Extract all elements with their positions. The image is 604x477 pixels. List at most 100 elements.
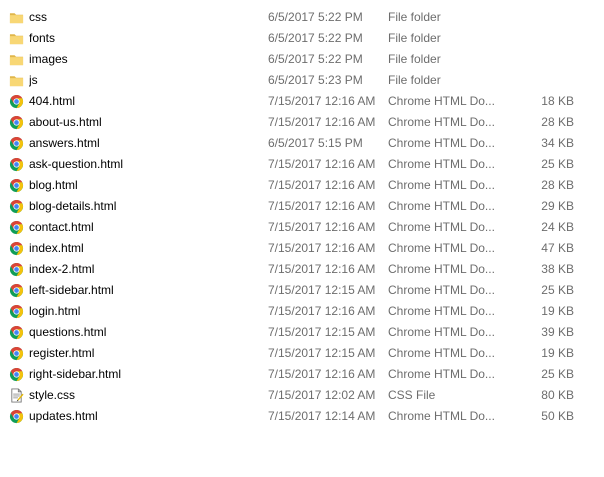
file-type: Chrome HTML Do... — [388, 367, 495, 381]
file-size: 25 KB — [541, 367, 574, 381]
date-modified: 6/5/2017 5:23 PM — [268, 73, 363, 87]
date-modified: 6/5/2017 5:15 PM — [268, 136, 363, 150]
file-row[interactable]: fonts 6/5/2017 5:22 PM File folder — [0, 28, 604, 49]
date-modified: 7/15/2017 12:16 AM — [268, 94, 376, 108]
file-type: File folder — [388, 31, 441, 45]
file-size: 18 KB — [541, 94, 574, 108]
date-modified: 7/15/2017 12:16 AM — [268, 220, 376, 234]
file-type: Chrome HTML Do... — [388, 220, 495, 234]
file-row[interactable]: css 6/5/2017 5:22 PM File folder — [0, 7, 604, 28]
file-row[interactable]: js 6/5/2017 5:23 PM File folder — [0, 70, 604, 91]
file-size: 28 KB — [541, 178, 574, 192]
chrome-html-icon — [9, 283, 24, 298]
date-modified: 7/15/2017 12:02 AM — [268, 388, 376, 402]
file-row[interactable]: login.html 7/15/2017 12:16 AM Chrome HTML … — [0, 301, 604, 322]
file-size: 29 KB — [541, 199, 574, 213]
file-size: 39 KB — [541, 325, 574, 339]
file-size: 34 KB — [541, 136, 574, 150]
file-row[interactable]: right-sidebar.html 7/15/2017 12:16 AM Chro… — [0, 364, 604, 385]
file-size: 19 KB — [541, 346, 574, 360]
folder-icon — [9, 52, 24, 67]
chrome-html-icon — [9, 304, 24, 319]
file-row[interactable]: 404.html 7/15/2017 12:16 AM Chrome HTML Do… — [0, 91, 604, 112]
file-row[interactable]: images 6/5/2017 5:22 PM File folder — [0, 49, 604, 70]
file-type: Chrome HTML Do... — [388, 94, 495, 108]
date-modified: 7/15/2017 12:14 AM — [268, 409, 376, 423]
file-type: Chrome HTML Do... — [388, 157, 495, 171]
file-size: 38 KB — [541, 262, 574, 276]
date-modified: 7/15/2017 12:15 AM — [268, 283, 376, 297]
folder-icon — [9, 10, 24, 25]
file-row[interactable]: updates.html 7/15/2017 12:14 AM Chrome HTM… — [0, 406, 604, 427]
file-type: File folder — [388, 73, 441, 87]
folder-icon — [9, 31, 24, 46]
file-type: Chrome HTML Do... — [388, 136, 495, 150]
file-type: Chrome HTML Do... — [388, 178, 495, 192]
chrome-html-icon — [9, 178, 24, 193]
date-modified: 7/15/2017 12:16 AM — [268, 115, 376, 129]
file-name: right-sidebar.html — [29, 367, 122, 381]
file-size: 80 KB — [541, 388, 574, 402]
file-row[interactable]: index-2.html 7/15/2017 12:16 AM Chrome HTM… — [0, 259, 604, 280]
chrome-html-icon — [9, 94, 24, 109]
file-type: File folder — [388, 52, 441, 66]
file-size: 47 KB — [541, 241, 574, 255]
file-type: Chrome HTML Do... — [388, 199, 495, 213]
file-name: js — [29, 73, 38, 87]
file-size: 28 KB — [541, 115, 574, 129]
file-name: left-sidebar.html — [29, 283, 114, 297]
file-row[interactable]: questions.html 7/15/2017 12:15 AM Chrome H… — [0, 322, 604, 343]
file-type: Chrome HTML Do... — [388, 283, 495, 297]
file-list: css 6/5/2017 5:22 PM File folder fonts 6/5/2… — [0, 7, 604, 427]
chrome-html-icon — [9, 325, 24, 340]
file-type: File folder — [388, 10, 441, 24]
date-modified: 6/5/2017 5:22 PM — [268, 31, 363, 45]
date-modified: 7/15/2017 12:16 AM — [268, 241, 376, 255]
file-row[interactable]: register.html 7/15/2017 12:15 AM Chrome HT… — [0, 343, 604, 364]
file-name: 404.html — [29, 94, 76, 108]
file-row[interactable]: contact.html 7/15/2017 12:16 AM Chrome HTM… — [0, 217, 604, 238]
date-modified: 7/15/2017 12:16 AM — [268, 157, 376, 171]
file-row[interactable]: ask-question.html 7/15/2017 12:16 AM Chrom… — [0, 154, 604, 175]
file-row[interactable]: answers.html 6/5/2017 5:15 PM Chrome HTML … — [0, 133, 604, 154]
file-size: 25 KB — [541, 283, 574, 297]
file-name: ask-question.html — [29, 157, 124, 171]
file-type: Chrome HTML Do... — [388, 409, 495, 423]
chrome-html-icon — [9, 346, 24, 361]
file-name: contact.html — [29, 220, 94, 234]
file-name: fonts — [29, 31, 56, 45]
date-modified: 7/15/2017 12:15 AM — [268, 346, 376, 360]
date-modified: 6/5/2017 5:22 PM — [268, 52, 363, 66]
file-row[interactable]: left-sidebar.html 7/15/2017 12:15 AM Chrom… — [0, 280, 604, 301]
css-file-icon — [9, 388, 24, 403]
date-modified: 7/15/2017 12:16 AM — [268, 367, 376, 381]
file-row[interactable]: about-us.html 7/15/2017 12:16 AM Chrome HT… — [0, 112, 604, 133]
date-modified: 6/5/2017 5:22 PM — [268, 10, 363, 24]
date-modified: 7/15/2017 12:15 AM — [268, 325, 376, 339]
file-name: register.html — [29, 346, 95, 360]
chrome-html-icon — [9, 199, 24, 214]
file-size: 25 KB — [541, 157, 574, 171]
file-row[interactable]: style.css 7/15/2017 12:02 AM CSS File 80 KB — [0, 385, 604, 406]
file-type: Chrome HTML Do... — [388, 241, 495, 255]
date-modified: 7/15/2017 12:16 AM — [268, 304, 376, 318]
chrome-html-icon — [9, 136, 24, 151]
folder-icon — [9, 73, 24, 88]
file-name: questions.html — [29, 325, 107, 339]
date-modified: 7/15/2017 12:16 AM — [268, 262, 376, 276]
chrome-html-icon — [9, 115, 24, 130]
file-name: about-us.html — [29, 115, 102, 129]
chrome-html-icon — [9, 409, 24, 424]
file-size: 24 KB — [541, 220, 574, 234]
file-name: updates.html — [29, 409, 98, 423]
file-row[interactable]: blog-details.html 7/15/2017 12:16 AM Chrom… — [0, 196, 604, 217]
file-size: 50 KB — [541, 409, 574, 423]
chrome-html-icon — [9, 262, 24, 277]
file-name: answers.html — [29, 136, 100, 150]
file-type: Chrome HTML Do... — [388, 325, 495, 339]
file-row[interactable]: blog.html 7/15/2017 12:16 AM Chrome HTML D… — [0, 175, 604, 196]
file-row[interactable]: index.html 7/15/2017 12:16 AM Chrome HTML … — [0, 238, 604, 259]
date-modified: 7/15/2017 12:16 AM — [268, 199, 376, 213]
file-name: index-2.html — [29, 262, 95, 276]
file-name: index.html — [29, 241, 84, 255]
